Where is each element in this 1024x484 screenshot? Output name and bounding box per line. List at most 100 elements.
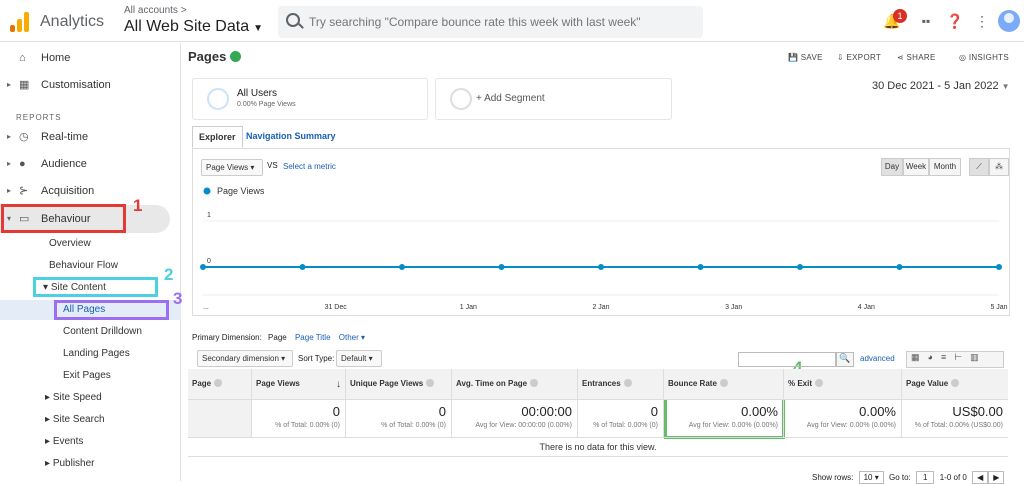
week-button[interactable]: Week [903, 158, 929, 176]
pie-view-icon[interactable]: ◕ [928, 352, 941, 362]
view-selector[interactable]: All Web Site Data ▼ [124, 18, 263, 36]
sort-type-dropdown[interactable]: Default ▾ [336, 350, 382, 367]
more-vert-icon[interactable]: ⋮ [972, 11, 992, 31]
header-label: Bounce Rate [668, 379, 717, 388]
chevron-right-icon: ▸ [45, 414, 53, 425]
segment-circle-icon [450, 88, 472, 110]
metric-dropdown[interactable]: Page Views ▾ [201, 159, 263, 176]
sidebar-item-events[interactable]: ▸ Events [45, 436, 83, 447]
view-toggle-group[interactable]: ▦◕≡⊢▥ [906, 351, 1004, 368]
legend-marker [203, 187, 211, 195]
chevron-right-icon: ▸ [7, 132, 12, 141]
analytics-logo[interactable] [10, 12, 30, 32]
sidebar-item-audience[interactable]: ▸ ● Audience [0, 154, 181, 174]
sidebar-item-content-drilldown[interactable]: Content Drilldown [63, 326, 142, 337]
line-chart-icon[interactable]: ⟋ [969, 158, 989, 176]
table-header-avg-time[interactable]: Avg. Time on Page [452, 369, 578, 399]
dimension-other[interactable]: Other ▾ [339, 333, 365, 342]
sidebar-item-label: Publisher [52, 458, 95, 469]
sidebar-item-overview[interactable]: Overview [49, 238, 91, 249]
table-header-unique-page-views[interactable]: Unique Page Views [346, 369, 452, 399]
page-title: Pages [188, 49, 242, 64]
annotation-label-1: 1 [133, 196, 143, 215]
apps-grid-icon[interactable]: ▪▪ [916, 11, 936, 31]
sidebar-item-customisation[interactable]: ▸ ▦ Customisation [0, 75, 181, 95]
sidebar-item-landing-pages[interactable]: Landing Pages [63, 348, 130, 359]
date-range-picker[interactable]: 30 Dec 2021 - 5 Jan 2022 ▼ [872, 80, 1010, 92]
total-value: 0 [332, 404, 340, 419]
export-button[interactable]: ⇩ EXPORT [837, 53, 881, 62]
sidebar-item-site-search[interactable]: ▸ Site Search [45, 414, 105, 425]
dimension-page[interactable]: Page [268, 333, 287, 342]
rows-dropdown[interactable]: 10 ▾ [858, 471, 884, 484]
account-breadcrumb[interactable]: All accounts > [124, 5, 187, 16]
tab-explorer[interactable]: Explorer [192, 126, 243, 148]
share-button[interactable]: ⋖ SHARE [897, 53, 936, 62]
help-icon [951, 379, 960, 387]
sidebar-item-exit-pages[interactable]: Exit Pages [63, 370, 111, 381]
table-header-entrances[interactable]: Entrances [578, 369, 664, 399]
save-button[interactable]: 💾 SAVE [788, 53, 823, 62]
sidebar-item-realtime[interactable]: ▸ ◷ Real-time [0, 127, 181, 147]
help-icon[interactable]: ❓ [945, 11, 965, 31]
sidebar-item-label: Site Search [52, 414, 105, 425]
sidebar-item-label: Acquisition [41, 185, 95, 197]
segment-all-users[interactable]: All Users 0.00% Page Views [192, 78, 428, 120]
pivot-view-icon[interactable]: ▥ [970, 352, 987, 362]
table-header-exit[interactable]: % Exit [784, 369, 902, 399]
x-tick-label: 1 Jan [460, 304, 477, 311]
bar-view-icon[interactable]: ≡ [941, 352, 954, 362]
export-label: EXPORT [846, 53, 882, 62]
search-icon[interactable]: 🔍 [836, 352, 854, 367]
dimension-other-label: Other [338, 333, 359, 342]
total-subtext: Avg for View: 0.00% (0.00%) [688, 422, 778, 429]
table-view-icon[interactable]: ▦ [911, 352, 928, 362]
chevron-right-icon: ▸ [45, 458, 53, 469]
sidebar-item-publisher[interactable]: ▸ Publisher [45, 458, 95, 469]
day-button[interactable]: Day [881, 158, 903, 176]
tab-navigation-summary[interactable]: Navigation Summary [240, 126, 342, 148]
sidebar-item-site-speed[interactable]: ▸ Site Speed [45, 392, 102, 403]
table-header-page-value[interactable]: Page Value [902, 369, 1008, 399]
annotation-box-1 [1, 204, 126, 233]
add-segment-button[interactable]: + Add Segment [435, 78, 672, 120]
avatar[interactable] [998, 10, 1020, 32]
prev-page-button[interactable]: ◀ [972, 471, 989, 484]
chevron-right-icon: ▸ [7, 159, 12, 168]
total-subtext: % of Total: 0.00% (0) [593, 422, 658, 429]
annotation-label-2: 2 [164, 265, 174, 284]
sort-type-value: Default [341, 354, 367, 363]
grid-icon: ▦ [19, 79, 30, 91]
header-label: Entrances [582, 379, 621, 388]
advanced-link[interactable]: advanced [860, 354, 895, 363]
search-bar[interactable]: Try searching "Compare bounce rate this … [278, 6, 703, 38]
data-point [299, 264, 306, 270]
sidebar-item-home[interactable]: ⌂ Home [0, 48, 181, 68]
month-button[interactable]: Month [929, 158, 961, 176]
x-tick-label: 31 Dec [325, 304, 348, 311]
total-subtext: % of Total: 0.00% (0) [275, 422, 340, 429]
select-metric-link[interactable]: Select a metric [283, 162, 336, 171]
y-tick-label: 1 [207, 212, 211, 219]
header-label: Page [192, 379, 212, 388]
next-page-button[interactable]: ▶ [988, 471, 1005, 484]
table-header-page-views[interactable]: Page Views ↓ [252, 369, 346, 399]
sidebar-item-behaviour-flow[interactable]: Behaviour Flow [49, 260, 118, 271]
help-icon [815, 379, 824, 387]
data-point [797, 264, 803, 270]
x-tick-label: 2 Jan [592, 304, 609, 311]
table-header-bounce-rate[interactable]: Bounce Rate [664, 369, 784, 399]
table-header-page[interactable]: Page [188, 369, 252, 399]
insights-button[interactable]: ◎ INSIGHTS [959, 53, 1009, 62]
totals-cell: 0 % of Total: 0.00% (0) [252, 399, 346, 437]
goto-input[interactable]: 1 [916, 471, 935, 484]
secondary-dimension-dropdown[interactable]: Secondary dimension ▾ [197, 350, 293, 367]
total-value: 0 [438, 404, 446, 419]
total-value: 0 [650, 404, 658, 419]
dimension-page-title[interactable]: Page Title [295, 333, 331, 342]
compare-view-icon[interactable]: ⊢ [954, 352, 970, 362]
table-search-input[interactable] [738, 352, 836, 367]
sidebar-item-acquisition[interactable]: ▸ ⊱ Acquisition [0, 181, 181, 201]
motion-chart-icon[interactable]: ⁂ [989, 158, 1009, 176]
add-segment-label: + Add Segment [476, 93, 545, 104]
